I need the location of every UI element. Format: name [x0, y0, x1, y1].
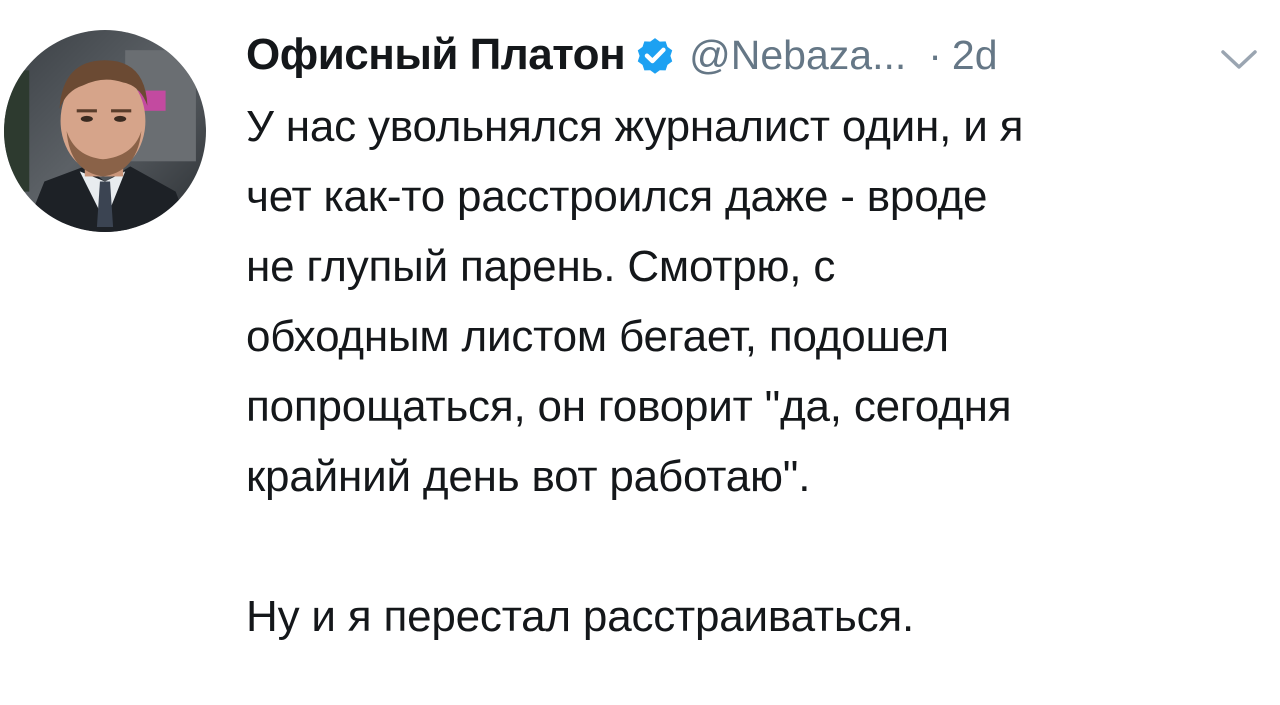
- tweet-text-final-line: Ну и я перестал расстраиваться.: [246, 592, 915, 641]
- tweet-text-line: У нас увольнялся журналист один, и я: [246, 102, 1024, 151]
- tweet-text-line: попрощаться, он говорит "да, сегодня: [246, 382, 1012, 431]
- tweet-text-line: не глупый парень. Смотрю, с: [246, 242, 836, 291]
- header-separator: ·: [928, 31, 942, 78]
- chevron-down-icon[interactable]: [1220, 48, 1258, 72]
- tweet-text: У нас увольнялся журналист один, и я чет…: [246, 92, 1276, 652]
- tweet-text-line: чет как-то расстроился даже - вроде: [246, 172, 988, 221]
- author-display-name[interactable]: Офисный Платон: [246, 30, 626, 80]
- tweet-text-line: крайний день вот работаю".: [246, 452, 811, 501]
- avatar-photo-icon: [4, 30, 206, 232]
- author-handle[interactable]: @Nebaza...: [689, 32, 906, 79]
- tweet: Офисный Платон @Nebaza... · 2d У нас уво…: [0, 0, 1280, 705]
- avatar[interactable]: [4, 30, 206, 232]
- verified-badge-icon: [633, 33, 677, 77]
- tweet-header: Офисный Платон @Nebaza... · 2d: [246, 26, 998, 84]
- tweet-text-line: обходным листом бегает, подошел: [246, 312, 949, 361]
- tweet-timestamp[interactable]: 2d: [952, 32, 998, 79]
